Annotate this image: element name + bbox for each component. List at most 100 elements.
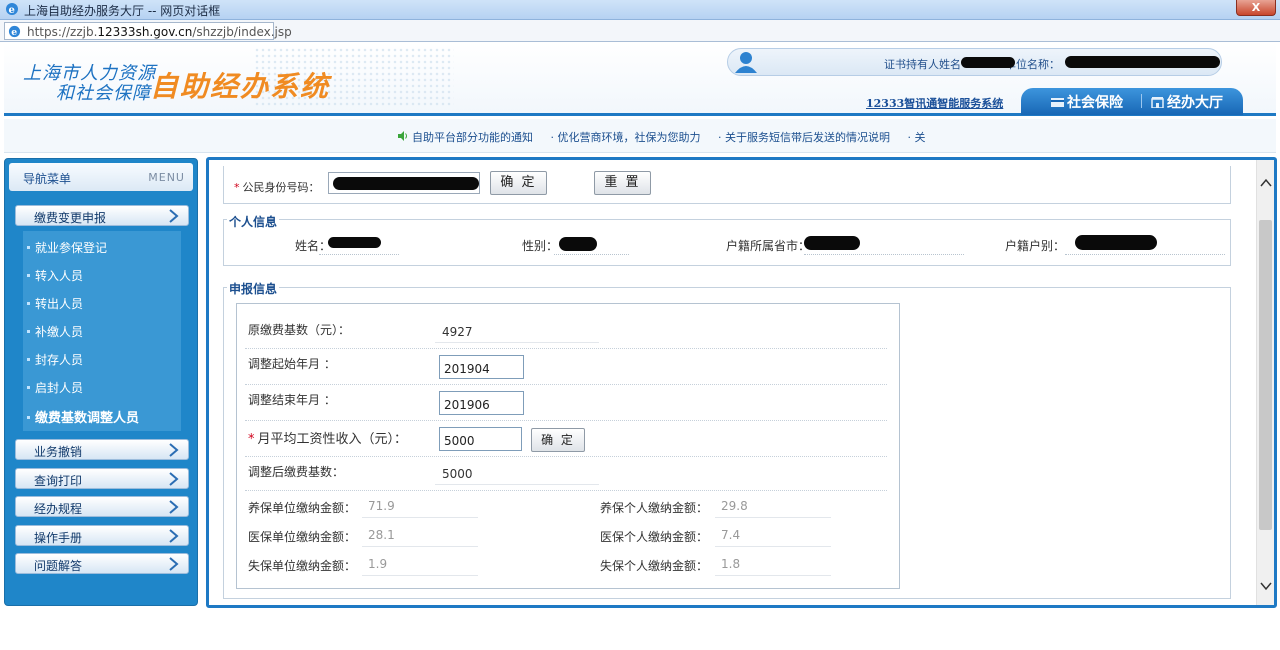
row-separator: [245, 490, 887, 491]
user-info-bar: 证书持有人姓名 单位名称：: [727, 48, 1222, 76]
province-underline: [804, 254, 964, 255]
nav-item-base-adjustment[interactable]: 缴费基数调整人员: [27, 407, 139, 426]
nav-category-procedures[interactable]: 经办规程: [15, 496, 189, 517]
province-redacted: [804, 236, 860, 250]
nav-category-label: 业务撤销: [34, 445, 83, 459]
gender-redacted: [559, 237, 597, 251]
unemployment-person-underline: [715, 575, 831, 576]
unemployment-unit-label: 失保单位缴纳金额：: [248, 559, 357, 573]
holder-name-redacted: [961, 57, 1015, 68]
nav-item-transfer-in[interactable]: 转入人员: [27, 267, 83, 284]
id-confirm-button[interactable]: 确 定: [490, 171, 547, 195]
nav-category-business-revoke[interactable]: 业务撤销: [15, 439, 189, 460]
nav-item-back-payment[interactable]: 补缴人员: [27, 323, 83, 340]
nav-category-label: 查询打印: [34, 474, 83, 488]
nav-category-label: 问题解答: [34, 559, 83, 573]
nav-header: 导航菜单 MENU: [9, 163, 193, 191]
id-number-label: * 公民身份号码：: [234, 181, 320, 194]
nav-item-employment-registration[interactable]: 就业参保登记: [27, 239, 107, 256]
svg-text:e: e: [11, 27, 17, 38]
income-confirm-button[interactable]: 确 定: [531, 428, 585, 452]
unit-name-redacted: [1065, 56, 1220, 68]
main-scrollbar[interactable]: [1256, 160, 1274, 605]
logo-system-name: 自助经办系统: [150, 70, 331, 103]
notice-item[interactable]: · 关于服务短信带后发送的情况说明: [718, 131, 890, 144]
smart-service-link[interactable]: 12333智讯通智能服务系统: [866, 95, 1003, 111]
monthly-income-input[interactable]: 5000: [439, 427, 522, 451]
scroll-down-arrow-icon[interactable]: [1260, 581, 1272, 591]
medical-unit-value: 28.1: [368, 528, 395, 542]
hukou-type-label: 户籍户别：: [1005, 239, 1066, 253]
header-tabs: 社会保险 经办大厅: [1021, 88, 1243, 115]
nav-menu-label: MENU: [148, 171, 185, 184]
nav-item-unseal[interactable]: 启封人员: [27, 379, 83, 396]
nav-category-label: 操作手册: [34, 531, 83, 545]
tab-service-hall[interactable]: 经办大厅: [1151, 92, 1223, 112]
pension-person-value: 29.8: [721, 499, 748, 513]
chevron-right-icon: [169, 472, 179, 486]
unemployment-unit-value: 1.9: [368, 557, 388, 571]
name-underline: [319, 254, 399, 255]
nav-category-label: 缴费变更申报: [34, 211, 107, 225]
medical-person-value: 7.4: [721, 528, 741, 542]
chevron-right-icon: [169, 529, 179, 543]
application-form: 原缴费基数（元）： 4927 调整起始年月 ： 201904 调整结束年月 ： …: [236, 303, 900, 589]
end-month-label: 调整结束年月 ：: [248, 393, 336, 407]
orig-base-value: 4927: [442, 325, 473, 339]
tab-social-insurance[interactable]: 社会保险: [1051, 92, 1123, 112]
unemployment-unit-underline: [362, 575, 478, 576]
pension-unit-underline: [362, 517, 478, 518]
notice-item[interactable]: · 关: [908, 131, 926, 144]
window-title: 上海自助经办服务大厅 -- 网页对话框: [24, 4, 221, 18]
id-query-box: * 公民身份号码： 确 定 重 置: [223, 166, 1231, 204]
chevron-right-icon: [169, 500, 179, 514]
medical-person-label: 医保个人缴纳金额：: [600, 530, 709, 544]
url-field[interactable]: e https://zzjb.12333sh.gov.cn/shzzjb/ind…: [4, 22, 292, 40]
window-close-button[interactable]: X: [1236, 0, 1276, 16]
nav-category-label: 经办规程: [34, 502, 83, 516]
nav-title: 导航菜单: [23, 172, 72, 186]
hukou-type-redacted: [1075, 235, 1157, 250]
row-separator: [245, 348, 887, 349]
window-titlebar: e 上海自助经办服务大厅 -- 网页对话框 X: [0, 0, 1280, 20]
unemployment-person-value: 1.8: [721, 557, 741, 571]
ie-page-icon: e: [8, 25, 21, 38]
nav-item-transfer-out[interactable]: 转出人员: [27, 295, 83, 312]
pension-person-underline: [715, 517, 831, 518]
chevron-right-icon: [169, 209, 179, 223]
pension-unit-label: 养保单位缴纳金额：: [248, 501, 357, 515]
medical-unit-underline: [362, 546, 478, 547]
address-bar: e https://zzjb.12333sh.gov.cn/shzzjb/ind…: [0, 20, 1280, 42]
site-header: 上海市人力资源 和社会保障 自助经办系统 证书持有人姓名 单位名称： 12333智…: [4, 43, 1276, 116]
nav-category-faq[interactable]: 问题解答: [15, 553, 189, 574]
notice-item[interactable]: 自助平台部分功能的通知: [412, 131, 533, 144]
row-separator: [245, 420, 887, 421]
chevron-right-icon: [169, 443, 179, 457]
nav-category-payment-change[interactable]: 缴费变更申报: [15, 205, 189, 226]
scrollbar-thumb[interactable]: [1259, 220, 1272, 530]
id-number-redacted: [333, 177, 479, 190]
start-month-input[interactable]: 201904: [439, 355, 524, 379]
scroll-up-arrow-icon[interactable]: [1260, 178, 1272, 188]
pension-person-label: 养保个人缴纳金额：: [600, 501, 709, 515]
chevron-right-icon: [169, 557, 179, 571]
logo-text-line2: 和社会保障: [56, 83, 151, 104]
gender-label: 性别：: [522, 239, 559, 253]
url-text: https://zzjb.12333sh.gov.cn/shzzjb/index…: [27, 25, 292, 39]
nav-item-seal[interactable]: 封存人员: [27, 351, 83, 368]
end-month-input[interactable]: 201906: [439, 391, 524, 415]
application-info-legend: 申报信息: [227, 280, 280, 297]
nav-category-manual[interactable]: 操作手册: [15, 525, 189, 546]
notice-item[interactable]: · 优化营商环境，社保为您助力: [551, 131, 701, 144]
id-reset-button[interactable]: 重 置: [594, 171, 651, 195]
medical-person-underline: [715, 546, 831, 547]
ie-icon: e: [6, 3, 18, 16]
nav-category-query-print[interactable]: 查询打印: [15, 468, 189, 489]
unemployment-person-label: 失保个人缴纳金额：: [600, 559, 709, 573]
row-separator: [245, 456, 887, 457]
gender-underline: [554, 254, 629, 255]
card-icon: [1051, 98, 1064, 107]
medical-unit-label: 医保单位缴纳金额：: [248, 530, 357, 544]
id-number-input[interactable]: [328, 172, 480, 194]
adjusted-base-underline: [435, 484, 599, 485]
